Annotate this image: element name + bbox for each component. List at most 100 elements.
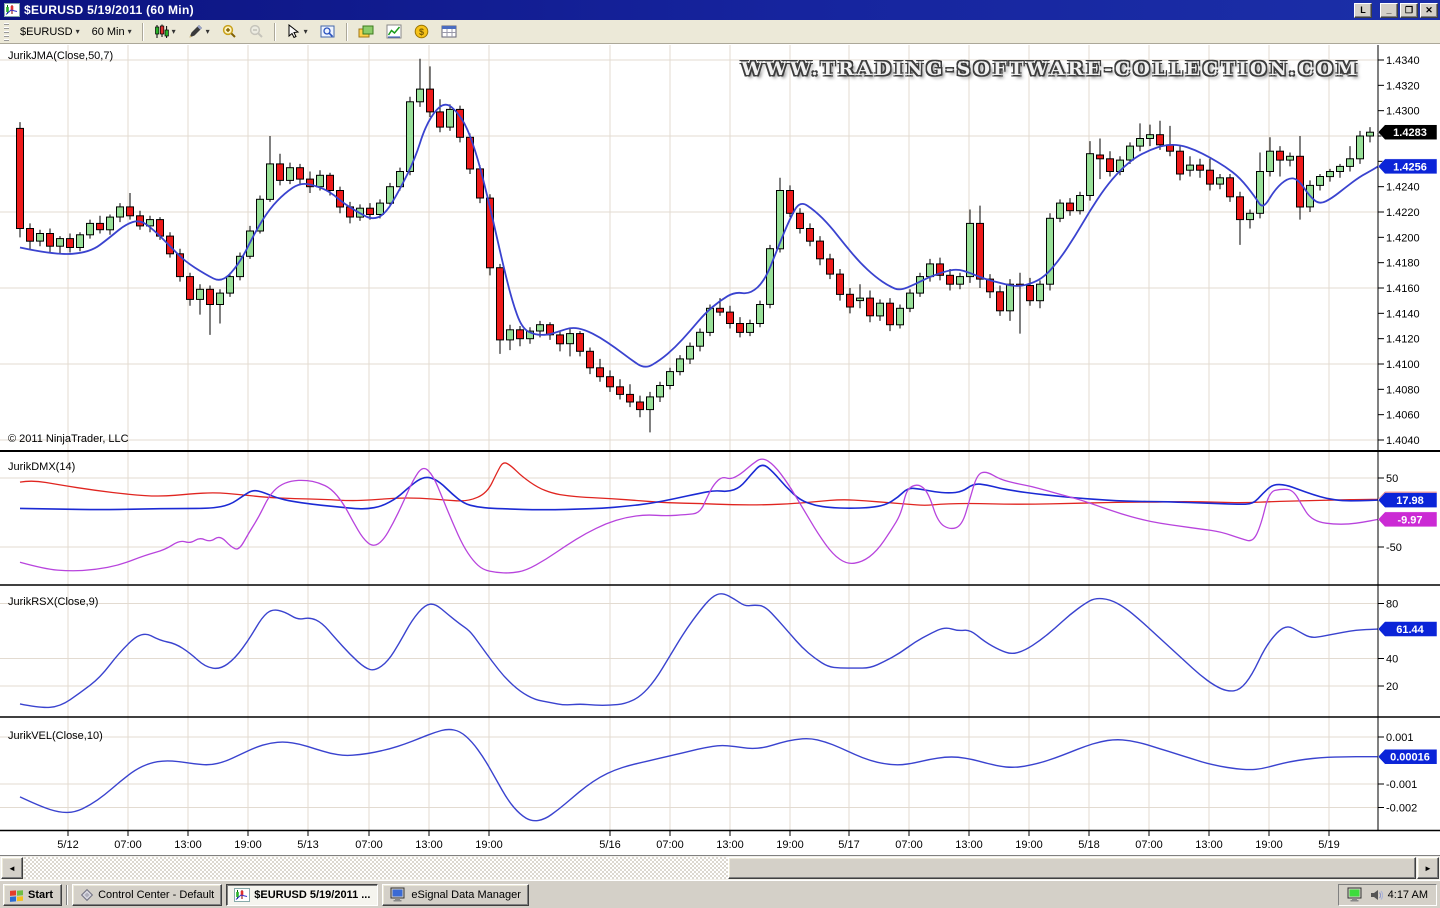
svg-text:0.001: 0.001 <box>1386 732 1414 744</box>
speaker-icon[interactable] <box>1369 888 1383 902</box>
chart-style-button[interactable]: ▾ <box>149 22 181 42</box>
svg-text:-9.97: -9.97 <box>1397 514 1422 526</box>
svg-text:13:00: 13:00 <box>716 839 744 851</box>
svg-text:07:00: 07:00 <box>355 839 383 851</box>
svg-text:1.4300: 1.4300 <box>1386 106 1420 118</box>
svg-text:1.4256: 1.4256 <box>1393 161 1427 173</box>
task-control-center[interactable]: Control Center - Default <box>72 884 222 906</box>
toolbar-separator <box>274 23 276 41</box>
svg-text:1.4320: 1.4320 <box>1386 80 1420 92</box>
scroll-right-button[interactable]: ► <box>1417 857 1439 879</box>
svg-text:1.4040: 1.4040 <box>1386 435 1420 447</box>
minimize-button[interactable]: _ <box>1380 3 1398 18</box>
instrument-selector[interactable]: $EURUSD▾ <box>15 22 85 42</box>
dmx-panel-label: JurikDMX(14) <box>8 461 75 473</box>
svg-text:-0.001: -0.001 <box>1386 779 1417 791</box>
pen-icon <box>188 24 203 39</box>
svg-text:07:00: 07:00 <box>1135 839 1163 851</box>
chevron-down-icon: ▾ <box>304 27 308 36</box>
svg-text:17.98: 17.98 <box>1396 495 1424 507</box>
chevron-down-icon: ▾ <box>76 27 80 36</box>
zoom-in-button[interactable] <box>217 22 242 42</box>
svg-text:1.4340: 1.4340 <box>1386 55 1420 67</box>
control-center-icon <box>80 888 94 902</box>
data-grid-icon <box>441 24 457 39</box>
interval-selector[interactable]: 60 Min▾ <box>87 22 137 42</box>
svg-text:1.4240: 1.4240 <box>1386 182 1420 194</box>
rsx-panel-label: JurikRSX(Close,9) <box>8 596 98 608</box>
task-esignal[interactable]: eSignal Data Manager <box>382 884 528 906</box>
svg-text:1.4283: 1.4283 <box>1393 127 1427 139</box>
svg-text:80: 80 <box>1386 599 1398 611</box>
link-button[interactable]: L <box>1354 3 1372 18</box>
chart-window-icon <box>234 888 250 902</box>
candlestick-icon <box>154 24 169 39</box>
data-box-icon <box>320 24 336 39</box>
chevron-down-icon: ▾ <box>206 27 210 36</box>
svg-text:40: 40 <box>1386 654 1398 666</box>
svg-text:1.4080: 1.4080 <box>1386 384 1420 396</box>
interval-selector-label: 60 Min <box>92 26 125 38</box>
task-label: $EURUSD 5/19/2011 ... <box>254 889 370 901</box>
vel-panel-label: JurikVEL(Close,10) <box>8 730 103 742</box>
svg-text:19:00: 19:00 <box>234 839 262 851</box>
svg-text:5/17: 5/17 <box>838 839 859 851</box>
svg-text:1.4060: 1.4060 <box>1386 410 1420 422</box>
zoom-in-icon <box>222 24 237 39</box>
start-label: Start <box>28 889 53 901</box>
svg-text:1.4140: 1.4140 <box>1386 308 1420 320</box>
svg-text:5/16: 5/16 <box>599 839 620 851</box>
strategies-button[interactable]: $ <box>409 22 434 42</box>
ninjatrader-chart-window: $EURUSD 5/19/2011 (60 Min) L _ ❐ ✕ $EURU… <box>0 0 1440 908</box>
svg-text:19:00: 19:00 <box>776 839 804 851</box>
svg-text:13:00: 13:00 <box>174 839 202 851</box>
copyright-label: © 2011 NinjaTrader, LLC <box>8 433 129 445</box>
svg-text:1.4220: 1.4220 <box>1386 207 1420 219</box>
chart-trader-icon <box>358 24 374 39</box>
titlebar[interactable]: $EURUSD 5/19/2011 (60 Min) L _ ❐ ✕ <box>0 0 1440 20</box>
price-panel-label: JurikJMA(Close,50,7) <box>8 50 113 62</box>
start-button[interactable]: Start <box>3 884 62 906</box>
svg-text:5/12: 5/12 <box>57 839 78 851</box>
pointer-button[interactable]: ▾ <box>281 22 313 42</box>
h-scrollbar-thumb[interactable] <box>728 857 1416 879</box>
drawing-tools-button[interactable]: ▾ <box>183 22 215 42</box>
scroll-left-button[interactable]: ◄ <box>1 857 23 879</box>
toolbar-separator <box>142 23 144 41</box>
svg-text:0.00016: 0.00016 <box>1390 752 1430 764</box>
svg-text:07:00: 07:00 <box>114 839 142 851</box>
svg-text:13:00: 13:00 <box>415 839 443 851</box>
toolbar-grip[interactable] <box>4 23 9 41</box>
indicators-icon <box>386 24 402 39</box>
svg-text:-50: -50 <box>1386 542 1402 554</box>
svg-text:50: 50 <box>1386 473 1398 485</box>
toolbar: $EURUSD▾60 Min▾▾▾▾$ <box>0 20 1440 44</box>
zoom-out-button[interactable] <box>244 22 269 42</box>
svg-text:1.4120: 1.4120 <box>1386 334 1420 346</box>
svg-text:5/18: 5/18 <box>1078 839 1099 851</box>
svg-text:1.4160: 1.4160 <box>1386 283 1420 295</box>
svg-text:13:00: 13:00 <box>1195 839 1223 851</box>
indicators-button[interactable] <box>381 22 407 42</box>
chart-canvas[interactable]: 1.4340 1.4320 1.4300 1.4240 1.4220 1.4200 1.41… <box>0 44 1440 855</box>
svg-text:1.4200: 1.4200 <box>1386 232 1420 244</box>
restore-button[interactable]: ❐ <box>1400 3 1418 18</box>
zoom-out-icon <box>249 24 264 39</box>
svg-text:-0.002: -0.002 <box>1386 803 1417 815</box>
chart-trader-button[interactable] <box>353 22 379 42</box>
taskbar-divider <box>66 885 68 905</box>
network-monitor-icon[interactable] <box>1347 887 1364 902</box>
task-chart-window[interactable]: $EURUSD 5/19/2011 ... <box>226 884 378 906</box>
svg-text:5/13: 5/13 <box>297 839 318 851</box>
task-label: Control Center - Default <box>98 889 214 901</box>
chart-window-icon <box>4 3 20 17</box>
windows-logo-icon <box>9 888 24 902</box>
close-button[interactable]: ✕ <box>1420 3 1438 18</box>
task-label: eSignal Data Manager <box>411 889 520 901</box>
data-box-button[interactable] <box>315 22 341 42</box>
clock[interactable]: 4:17 AM <box>1388 889 1428 901</box>
watermark: WWW.TRADING-SOFTWARE-COLLECTION.COM <box>741 58 1360 80</box>
svg-text:61.44: 61.44 <box>1396 624 1424 636</box>
data-series-button[interactable] <box>436 22 462 42</box>
window-title: $EURUSD 5/19/2011 (60 Min) <box>24 3 1354 17</box>
